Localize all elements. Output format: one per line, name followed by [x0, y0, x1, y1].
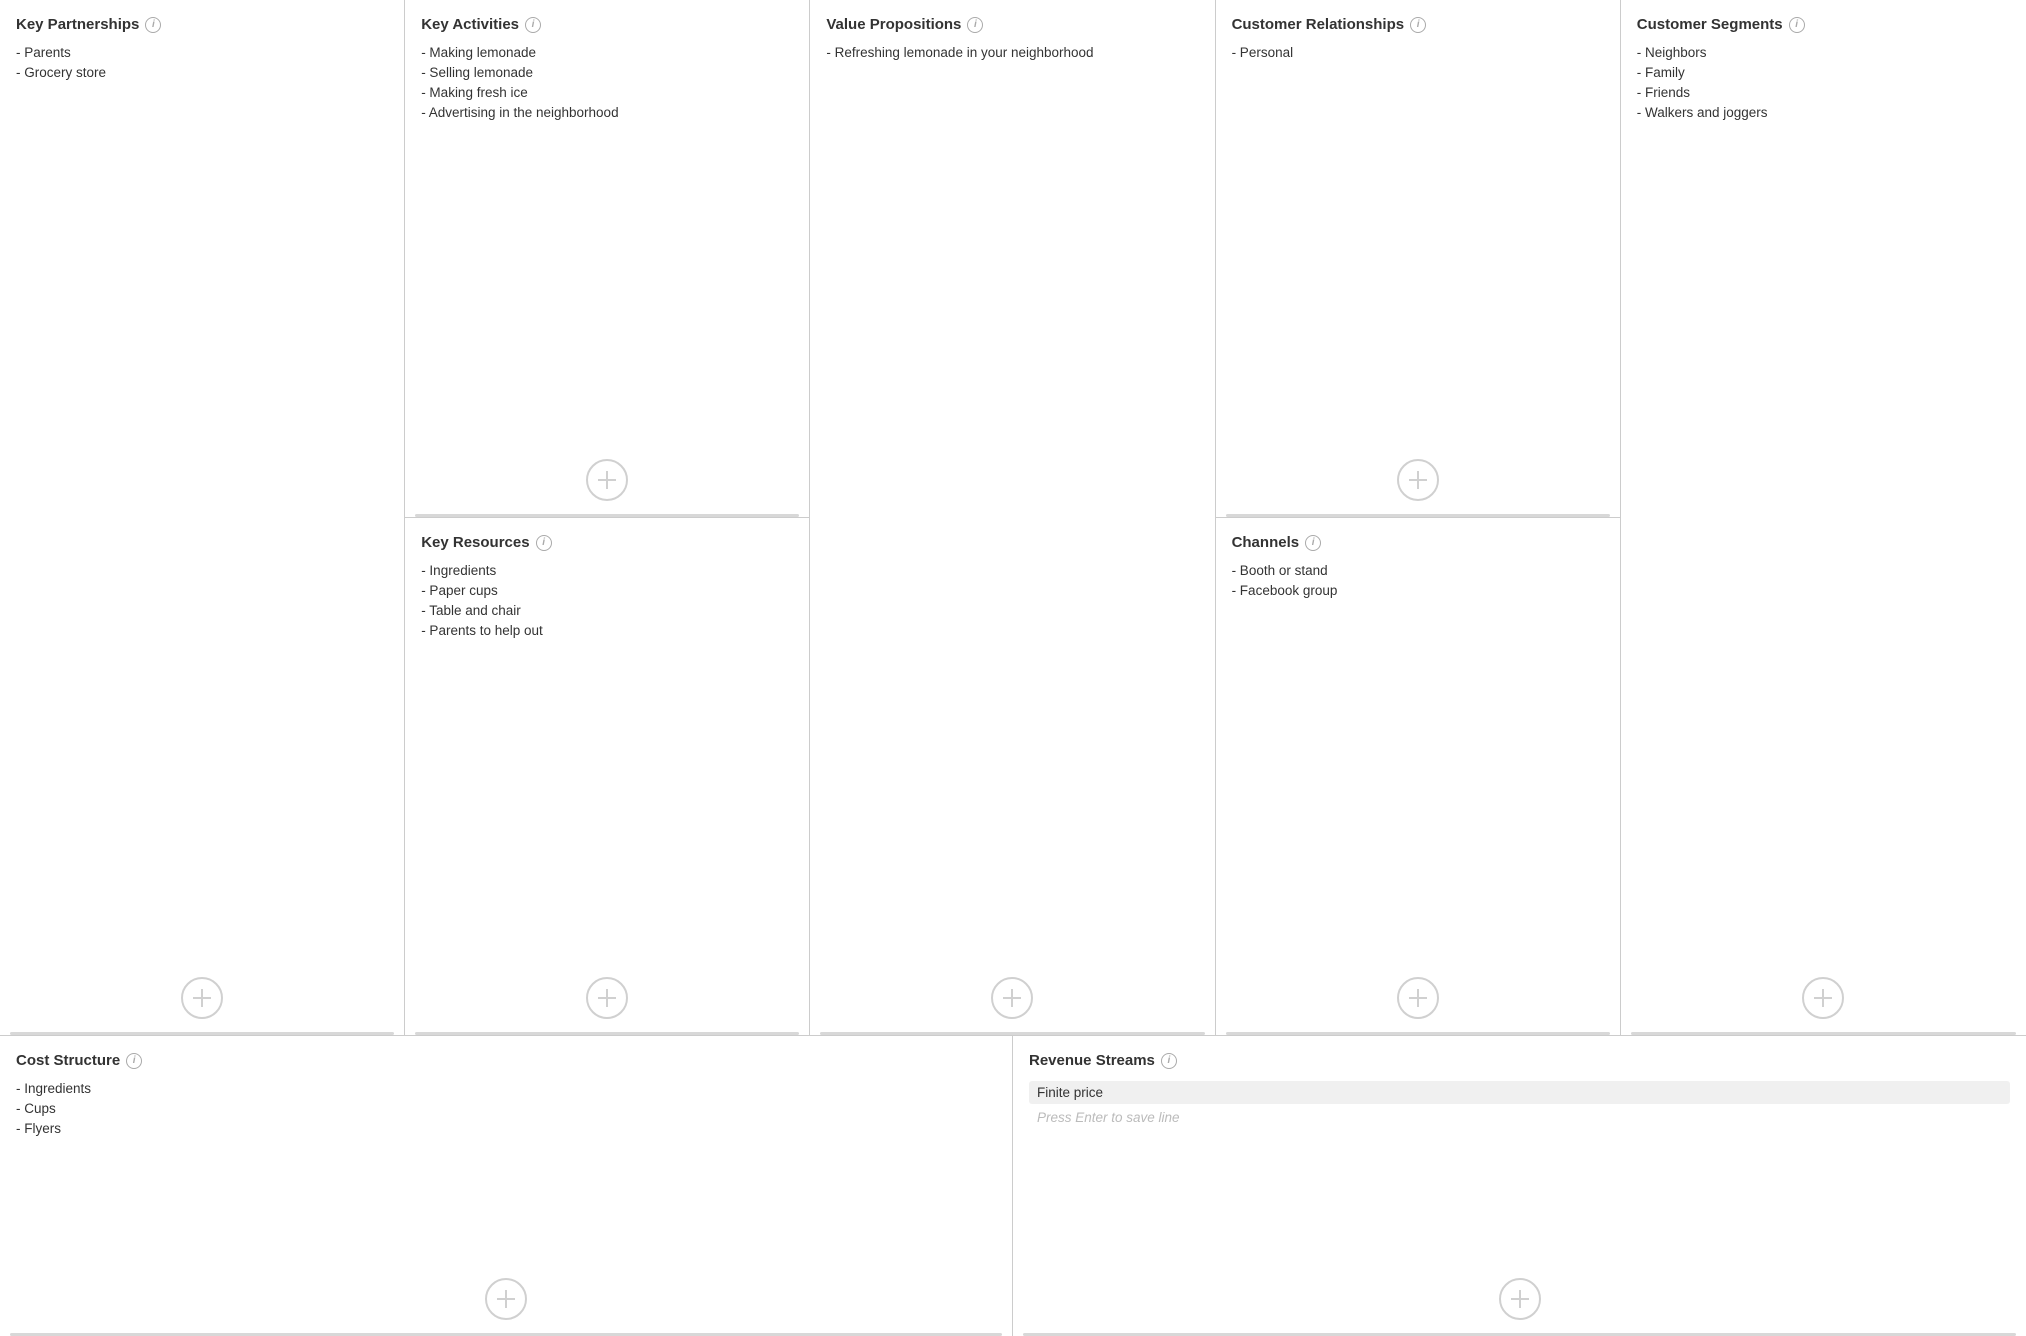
customer-relationships-list: - Personal — [1232, 45, 1604, 501]
customer-segments-info-icon[interactable]: i — [1789, 17, 1805, 33]
key-activities-info-icon[interactable]: i — [525, 17, 541, 33]
channels-info-icon[interactable]: i — [1305, 535, 1321, 551]
list-item: - Ingredients — [421, 563, 793, 578]
list-item: - Making lemonade — [421, 45, 793, 60]
customer-relationships-section: Customer Relationships i - Personal — [1216, 0, 1620, 518]
customer-segments-column: Customer Segments i - Neighbors - Family… — [1621, 0, 2026, 1035]
key-activities-label: Key Activities — [421, 16, 519, 33]
key-activities-add-button[interactable] — [586, 459, 628, 501]
customer-relationships-bottom-bar — [1226, 514, 1610, 517]
value-propositions-bottom-bar — [820, 1032, 1204, 1035]
list-item: - Booth or stand — [1232, 563, 1604, 578]
customer-segments-bottom-bar — [1631, 1032, 2016, 1035]
key-resources-label: Key Resources — [421, 534, 529, 551]
revenue-finite-price[interactable]: Finite price — [1029, 1081, 2010, 1104]
value-propositions-info-icon[interactable]: i — [967, 17, 983, 33]
list-item: - Parents to help out — [421, 623, 793, 638]
cost-structure-label: Cost Structure — [16, 1052, 120, 1069]
key-activities-title: Key Activities i — [421, 16, 793, 33]
key-activities-list: - Making lemonade - Selling lemonade - M… — [421, 45, 793, 501]
list-item: - Flyers — [16, 1121, 996, 1136]
list-item: - Personal — [1232, 45, 1604, 60]
list-item: - Ingredients — [16, 1081, 996, 1096]
key-resources-info-icon[interactable]: i — [536, 535, 552, 551]
key-activities-section: Key Activities i - Making lemonade - Sel… — [405, 0, 809, 518]
list-item: - Cups — [16, 1101, 996, 1116]
key-partnerships-bottom-bar — [10, 1032, 394, 1035]
list-item: - Neighbors — [1637, 45, 2010, 60]
key-partnerships-list: - Parents - Grocery store — [16, 45, 388, 1019]
customer-relationships-label: Customer Relationships — [1232, 16, 1405, 33]
channels-list: - Booth or stand - Facebook group — [1232, 563, 1604, 1019]
key-resources-title: Key Resources i — [421, 534, 793, 551]
cost-structure-section: Cost Structure i - Ingredients - Cups - … — [0, 1036, 1013, 1336]
key-partnerships-add-button[interactable] — [181, 977, 223, 1019]
list-item: - Making fresh ice — [421, 85, 793, 100]
value-propositions-list: - Refreshing lemonade in your neighborho… — [826, 45, 1198, 1019]
revenue-streams-label: Revenue Streams — [1029, 1052, 1155, 1069]
business-model-canvas: Key Partnerships i - Parents - Grocery s… — [0, 0, 2026, 1336]
list-item: - Facebook group — [1232, 583, 1604, 598]
channels-label: Channels — [1232, 534, 1300, 551]
list-item: - Grocery store — [16, 65, 388, 80]
customer-segments-add-button[interactable] — [1802, 977, 1844, 1019]
customer-relationships-title: Customer Relationships i — [1232, 16, 1604, 33]
cost-structure-title: Cost Structure i — [16, 1052, 996, 1069]
cost-structure-add-button[interactable] — [485, 1278, 527, 1320]
key-partnerships-column: Key Partnerships i - Parents - Grocery s… — [0, 0, 405, 1035]
value-propositions-column: Value Propositions i - Refreshing lemona… — [810, 0, 1215, 1035]
revenue-streams-add-button[interactable] — [1499, 1278, 1541, 1320]
customer-segments-label: Customer Segments — [1637, 16, 1783, 33]
key-partnerships-label: Key Partnerships — [16, 16, 139, 33]
customer-segments-title: Customer Segments i — [1637, 16, 2010, 33]
key-resources-bottom-bar — [415, 1032, 799, 1035]
channels-title: Channels i — [1232, 534, 1604, 551]
list-item: - Parents — [16, 45, 388, 60]
list-item: - Advertising in the neighborhood — [421, 105, 793, 120]
channels-section: Channels i - Booth or stand - Facebook g… — [1216, 518, 1620, 1035]
list-item: - Refreshing lemonade in your neighborho… — [826, 45, 1198, 60]
customer-relationships-add-button[interactable] — [1397, 459, 1439, 501]
list-item: - Friends — [1637, 85, 2010, 100]
key-activities-column: Key Activities i - Making lemonade - Sel… — [405, 0, 810, 1035]
customer-relationships-info-icon[interactable]: i — [1410, 17, 1426, 33]
key-resources-section: Key Resources i - Ingredients - Paper cu… — [405, 518, 809, 1035]
value-propositions-add-button[interactable] — [991, 977, 1033, 1019]
key-resources-list: - Ingredients - Paper cups - Table and c… — [421, 563, 793, 1019]
revenue-streams-title: Revenue Streams i — [1029, 1052, 2010, 1069]
revenue-streams-info-icon[interactable]: i — [1161, 1053, 1177, 1069]
key-partnerships-info-icon[interactable]: i — [145, 17, 161, 33]
list-item: - Paper cups — [421, 583, 793, 598]
list-item: - Selling lemonade — [421, 65, 793, 80]
key-resources-add-button[interactable] — [586, 977, 628, 1019]
channels-add-button[interactable] — [1397, 977, 1439, 1019]
customer-relationships-column: Customer Relationships i - Personal Chan… — [1216, 0, 1621, 1035]
revenue-streams-section: Revenue Streams i Finite price Press Ent… — [1013, 1036, 2026, 1336]
bmc-top-section: Key Partnerships i - Parents - Grocery s… — [0, 0, 2026, 1036]
cost-structure-info-icon[interactable]: i — [126, 1053, 142, 1069]
key-partnerships-title: Key Partnerships i — [16, 16, 388, 33]
value-propositions-title: Value Propositions i — [826, 16, 1198, 33]
list-item: - Table and chair — [421, 603, 793, 618]
bmc-bottom-section: Cost Structure i - Ingredients - Cups - … — [0, 1036, 2026, 1336]
list-item: - Walkers and joggers — [1637, 105, 2010, 120]
key-activities-bottom-bar — [415, 514, 799, 517]
value-propositions-label: Value Propositions — [826, 16, 961, 33]
list-item: - Family — [1637, 65, 2010, 80]
channels-bottom-bar — [1226, 1032, 1610, 1035]
revenue-placeholder-text: Press Enter to save line — [1029, 1108, 2010, 1127]
customer-segments-list: - Neighbors - Family - Friends - Walkers… — [1637, 45, 2010, 1019]
